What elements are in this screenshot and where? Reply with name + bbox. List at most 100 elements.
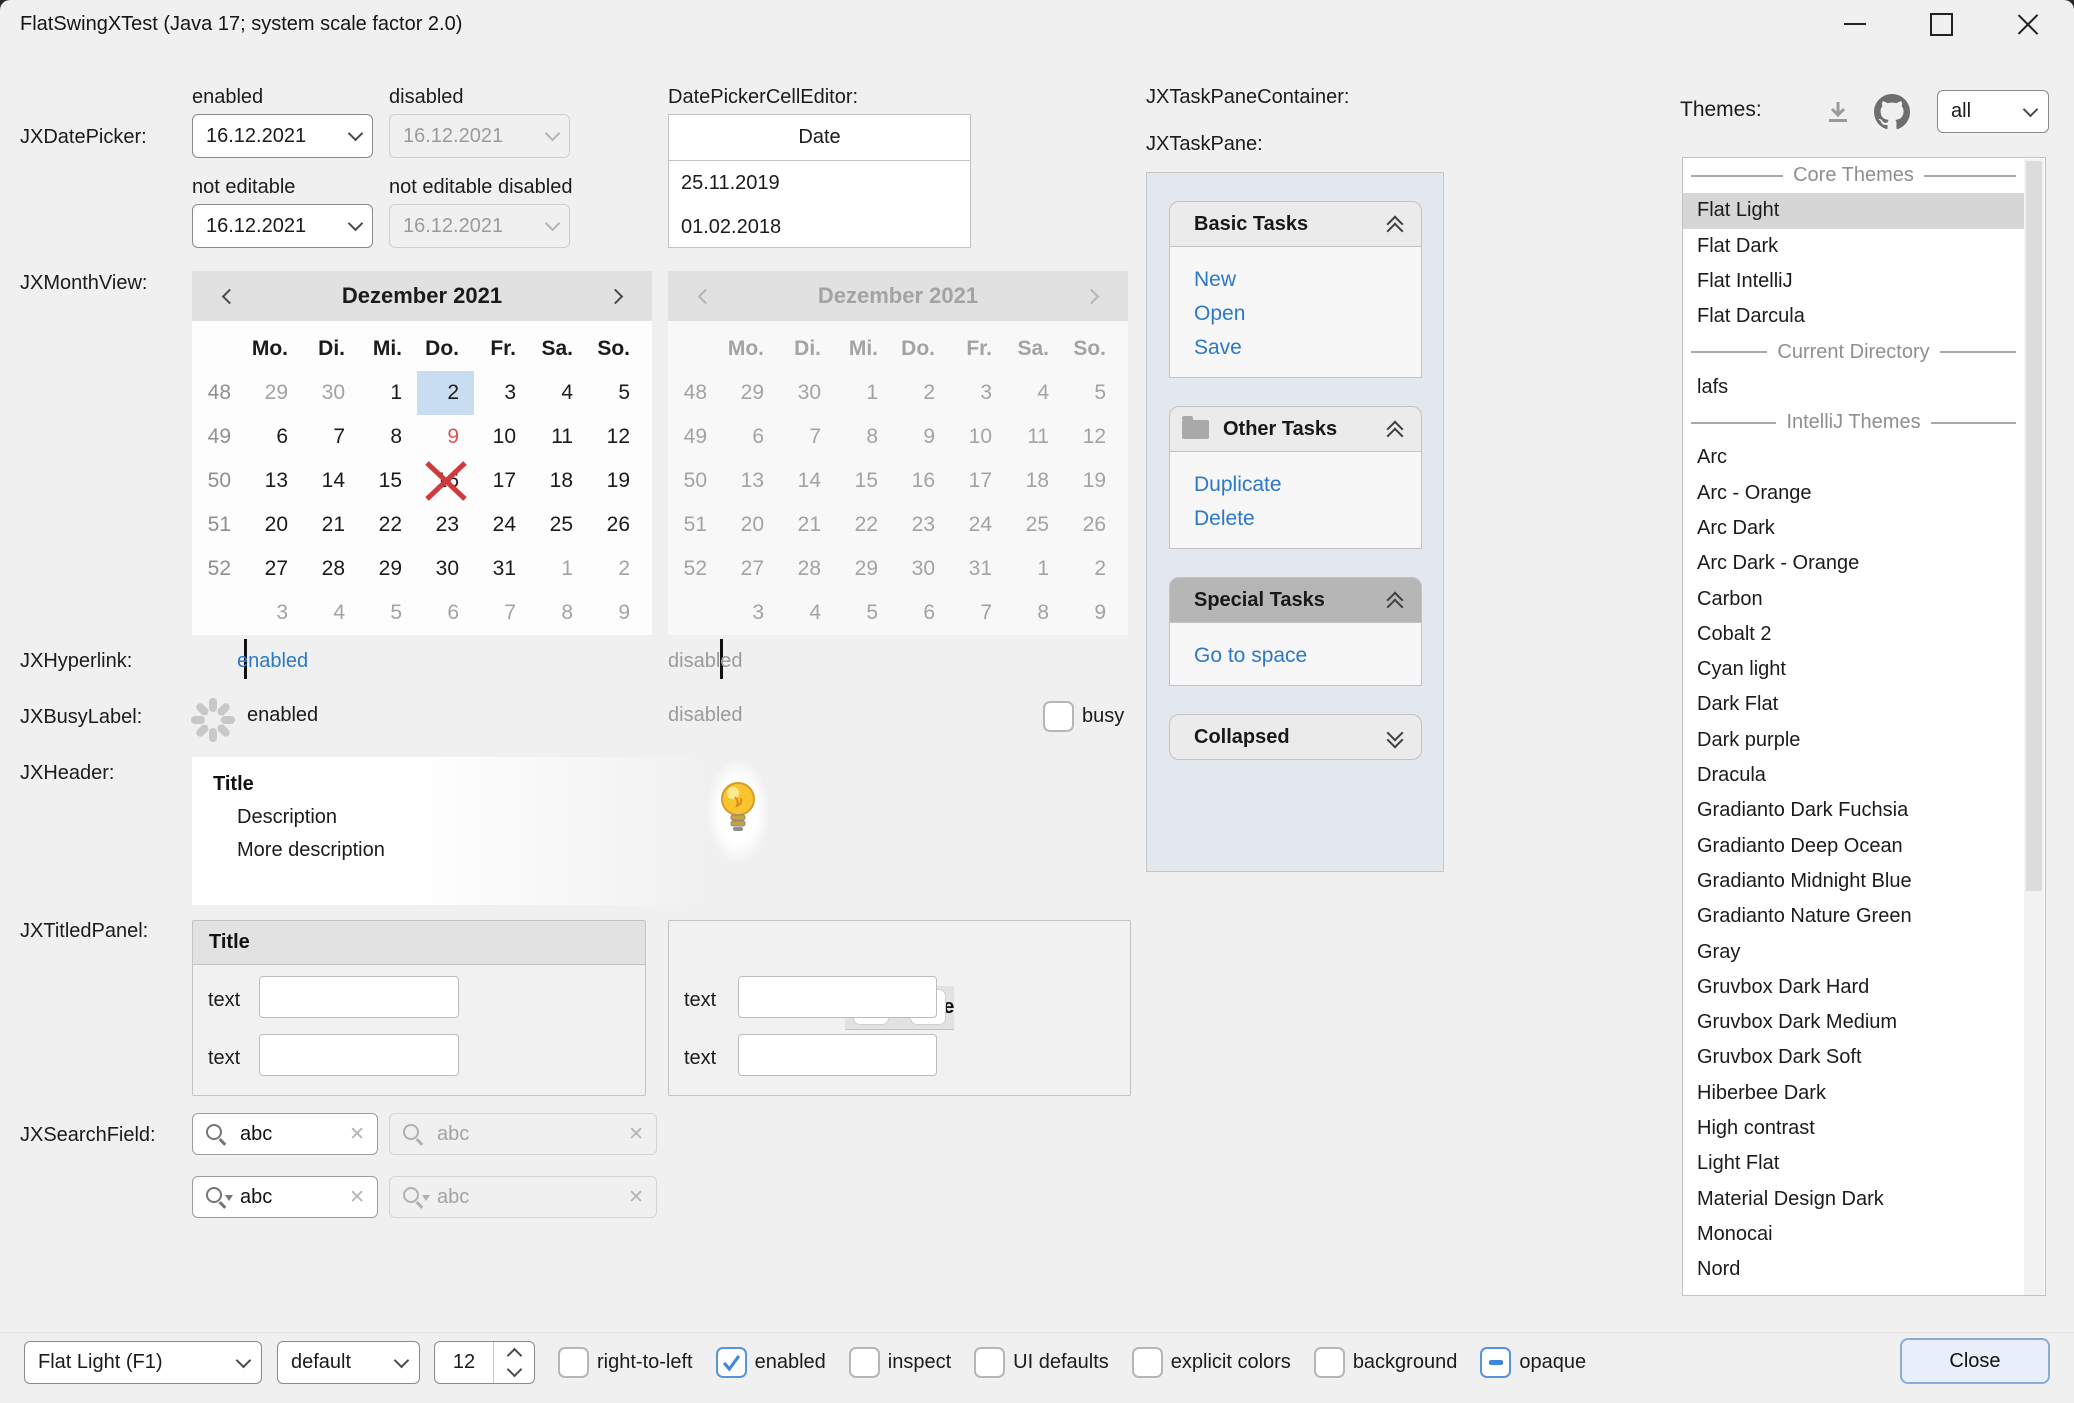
- calendar-day-cell[interactable]: 25: [531, 503, 588, 547]
- taskpane-link[interactable]: Open: [1170, 297, 1421, 331]
- theme-list-item[interactable]: Gray: [1683, 935, 2024, 970]
- taskpane-header[interactable]: Special Tasks: [1169, 577, 1422, 623]
- calendar-day-cell[interactable]: 29: [246, 371, 303, 415]
- calendar-day-cell[interactable]: 5: [588, 371, 645, 415]
- theme-list-item[interactable]: Dracula: [1683, 758, 2024, 793]
- calendar-day-cell[interactable]: 18: [531, 459, 588, 503]
- themes-filter-combo[interactable]: all: [1937, 90, 2049, 133]
- theme-list-item[interactable]: Gradianto Midnight Blue: [1683, 864, 2024, 899]
- theme-list-item[interactable]: Gruvbox Dark Soft: [1683, 1040, 2024, 1075]
- calendar-day-cell[interactable]: 28: [303, 547, 360, 591]
- theme-list-item[interactable]: Carbon: [1683, 582, 2024, 617]
- search-field-with-menu-enabled[interactable]: abc ✕: [192, 1176, 378, 1218]
- search-field-enabled[interactable]: abc ✕: [192, 1113, 378, 1155]
- calendar-day-cell[interactable]: 1: [531, 547, 588, 591]
- theme-list-item[interactable]: Gruvbox Dark Hard: [1683, 970, 2024, 1005]
- title-bar[interactable]: FlatSwingXTest (Java 17; system scale fa…: [0, 0, 2074, 48]
- calendar-day-cell[interactable]: 23: [417, 503, 474, 547]
- theme-list-item[interactable]: Flat Light: [1683, 193, 2024, 228]
- theme-list-item[interactable]: Hiberbee Dark: [1683, 1076, 2024, 1111]
- inspect-checkbox[interactable]: [849, 1347, 880, 1378]
- calendar-day-cell[interactable]: 9: [417, 415, 474, 459]
- calendar-day-cell[interactable]: 10: [474, 415, 531, 459]
- download-icon[interactable]: [1824, 98, 1852, 126]
- taskpane-header[interactable]: Basic Tasks: [1169, 201, 1422, 247]
- theme-list-item[interactable]: Gradianto Deep Ocean: [1683, 829, 2024, 864]
- theme-list-item[interactable]: Material Design Dark: [1683, 1182, 2024, 1217]
- calendar-day-cell[interactable]: 3: [474, 371, 531, 415]
- calendar-day-cell[interactable]: 3: [246, 591, 303, 635]
- calendar-day-cell[interactable]: 26: [588, 503, 645, 547]
- theme-list-item[interactable]: Gradianto Nature Green: [1683, 899, 2024, 934]
- explicit-colors-checkbox[interactable]: [1132, 1347, 1163, 1378]
- calendar-day-cell[interactable]: 29: [360, 547, 417, 591]
- calendar-day-cell[interactable]: 6: [246, 415, 303, 459]
- calendar-day-cell[interactable]: 4: [303, 591, 360, 635]
- taskpane-link[interactable]: Delete: [1170, 502, 1421, 536]
- theme-list-item[interactable]: High contrast: [1683, 1111, 2024, 1146]
- maximize-button[interactable]: [1909, 0, 1973, 48]
- calendar-day-cell[interactable]: 16: [417, 459, 474, 503]
- titled-panel-text-input[interactable]: [259, 976, 459, 1018]
- monthview-enabled[interactable]: Dezember 2021 Mo.Di.Mi.Do.Fr.Sa.So.48293…: [192, 271, 652, 635]
- calendar-day-cell[interactable]: 19: [588, 459, 645, 503]
- calendar-day-cell[interactable]: 9: [588, 591, 645, 635]
- table-row[interactable]: 01.02.2018: [669, 205, 970, 249]
- clear-icon[interactable]: ✕: [349, 1186, 377, 1209]
- hyperlink-enabled[interactable]: enabled: [237, 650, 308, 673]
- themes-list[interactable]: Core ThemesFlat LightFlat DarkFlat Intel…: [1682, 157, 2046, 1296]
- calendar-day-cell[interactable]: 21: [303, 503, 360, 547]
- theme-list-item[interactable]: Gradianto Dark Fuchsia: [1683, 793, 2024, 828]
- theme-list-item[interactable]: lafs: [1683, 370, 2024, 405]
- datepicker-not-editable[interactable]: 16.12.2021: [192, 204, 373, 248]
- close-button[interactable]: Close: [1900, 1338, 2050, 1384]
- right-to-left-checkbox[interactable]: [558, 1347, 589, 1378]
- taskpane-link[interactable]: Go to space: [1170, 639, 1421, 673]
- calendar-day-cell[interactable]: 12: [588, 415, 645, 459]
- size-variant-combo[interactable]: default: [277, 1341, 420, 1384]
- calendar-day-cell[interactable]: 17: [474, 459, 531, 503]
- github-icon[interactable]: [1874, 94, 1910, 130]
- theme-list-item[interactable]: Flat Dark: [1683, 229, 2024, 264]
- taskpane-link[interactable]: Save: [1170, 331, 1421, 365]
- calendar-day-cell[interactable]: 7: [474, 591, 531, 635]
- close-window-button[interactable]: [1996, 0, 2060, 48]
- calendar-day-cell[interactable]: 1: [360, 371, 417, 415]
- spinner-arrows[interactable]: [493, 1342, 534, 1383]
- titled-panel-text-input[interactable]: [738, 976, 937, 1018]
- taskpane-header[interactable]: Other Tasks: [1169, 406, 1422, 452]
- theme-list-item[interactable]: Arc Dark: [1683, 511, 2024, 546]
- date-table[interactable]: Date 25.11.201901.02.2018: [668, 114, 971, 248]
- theme-list-item[interactable]: Gruvbox Dark Medium: [1683, 1005, 2024, 1040]
- calendar-day-cell[interactable]: 14: [303, 459, 360, 503]
- theme-list-item[interactable]: Nord: [1683, 1252, 2024, 1287]
- search-menu-icon[interactable]: [201, 1182, 231, 1212]
- calendar-day-cell[interactable]: 20: [246, 503, 303, 547]
- calendar-day-cell[interactable]: 15: [360, 459, 417, 503]
- taskpane-link[interactable]: Duplicate: [1170, 468, 1421, 502]
- table-row[interactable]: 25.11.2019: [669, 161, 970, 205]
- taskpane-link[interactable]: New: [1170, 263, 1421, 297]
- calendar-day-cell[interactable]: 2: [588, 547, 645, 591]
- theme-list-item[interactable]: Cobalt 2: [1683, 617, 2024, 652]
- theme-list-item[interactable]: Light Flat: [1683, 1146, 2024, 1181]
- calendar-day-cell[interactable]: 30: [417, 547, 474, 591]
- chevron-down-icon[interactable]: [338, 223, 372, 229]
- enabled-checkbox[interactable]: [716, 1347, 747, 1378]
- calendar-day-cell[interactable]: 27: [246, 547, 303, 591]
- opaque-checkbox[interactable]: [1480, 1347, 1511, 1378]
- calendar-day-cell[interactable]: 11: [531, 415, 588, 459]
- font-size-spinner[interactable]: 12: [434, 1341, 535, 1384]
- background-checkbox[interactable]: [1314, 1347, 1345, 1378]
- clear-icon[interactable]: ✕: [349, 1123, 377, 1146]
- theme-list-item[interactable]: Arc - Orange: [1683, 476, 2024, 511]
- scrollbar-track[interactable]: [2024, 159, 2044, 1295]
- scrollbar-thumb[interactable]: [2026, 161, 2042, 891]
- titled-panel-text-input[interactable]: [738, 1034, 937, 1076]
- calendar-day-cell[interactable]: 6: [417, 591, 474, 635]
- calendar-day-cell[interactable]: 8: [360, 415, 417, 459]
- calendar-day-cell[interactable]: 24: [474, 503, 531, 547]
- calendar-day-cell[interactable]: 22: [360, 503, 417, 547]
- theme-list-item[interactable]: Monocai: [1683, 1217, 2024, 1252]
- calendar-day-cell[interactable]: 5: [360, 591, 417, 635]
